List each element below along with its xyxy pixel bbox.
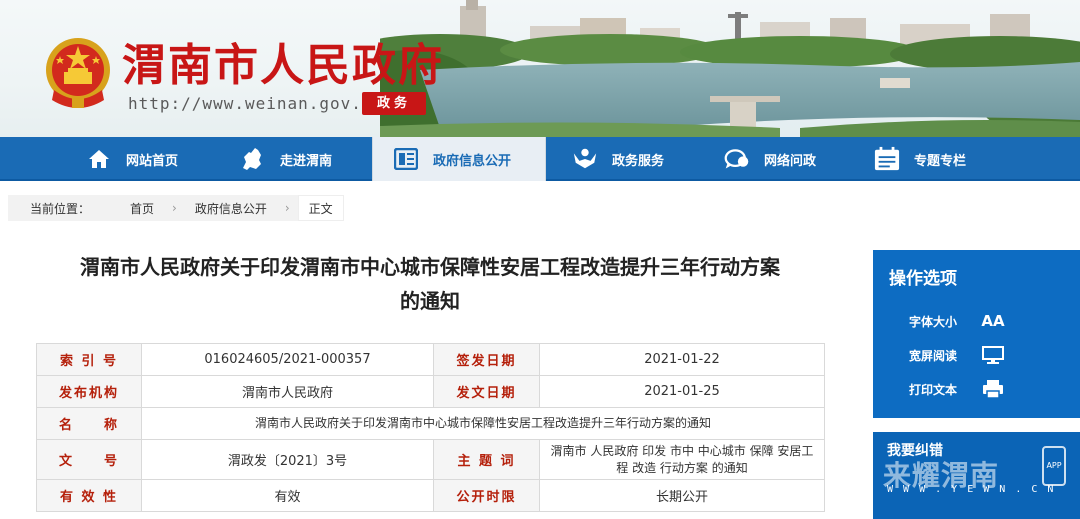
nav-label: 政府信息公开 [433,153,512,169]
chat-icon [724,146,750,172]
nav-item-topics[interactable]: 专题专栏 [874,137,966,181]
meta-key-doc-number: 文 号 [36,439,142,480]
nav-item-about[interactable]: 走进渭南 [240,137,332,181]
nav-label: 政务服务 [612,153,665,169]
font-size-glyph: AA [981,312,1005,330]
meta-value-doc-number: 渭政发〔2021〕3号 [141,439,434,480]
meta-value-publisher: 渭南市人民政府 [141,375,434,408]
table-row: 索 引 号 016024605/2021-000357 签发日期 2021-01… [36,343,825,376]
print-option[interactable]: 打印文本 [909,378,1007,400]
meta-key-issue-date: 发文日期 [433,375,540,408]
calendar-icon [874,146,900,172]
home-icon [86,146,112,172]
operations-title: 操作选项 [889,269,957,289]
article-title-line1: 渭南市人民政府关于印发渭南市中心城市保障性安居工程改造提升三年行动方案 [80,255,780,279]
national-emblem-icon [46,38,110,108]
nav-item-online-politics[interactable]: 网络问政 [724,137,816,181]
city-lake-scenery [380,0,1080,137]
nav-item-gov-info[interactable]: 政府信息公开 [372,137,546,181]
meta-key-publisher: 发布机构 [36,375,142,408]
map-icon [240,146,266,172]
meta-value-issue-date: 2021-01-25 [539,375,825,408]
site-title: 渭南市人民政府 [122,40,444,91]
nav-label: 走进渭南 [280,153,333,169]
wide-read-label: 宽屏阅读 [909,348,958,363]
app-phone-icon: APP [1042,446,1066,486]
nav-item-home[interactable]: 网站首页 [86,137,178,181]
breadcrumb-label: 当前位置： [30,201,91,216]
meta-key-index: 索 引 号 [36,343,142,376]
operations-panel: 操作选项 字体大小 AA 宽屏阅读 打印文本 [873,250,1080,418]
promo-url: W W W . Y E W N . C N [887,484,1056,495]
meta-key-validity: 有 效 性 [36,479,142,512]
article-title: 渭南市人民政府关于印发渭南市中心城市保障性安居工程改造提升三年行动方案 的通知 [36,250,824,318]
font-size-option[interactable]: 字体大小 AA [909,310,1007,332]
table-row: 有 效 性 有效 公开时限 长期公开 [36,479,825,512]
site-url[interactable]: http://www.weinan.gov.cn [128,94,383,113]
breadcrumb-item-home[interactable]: 首页 [112,200,172,217]
service-icon [572,146,598,172]
font-size-label: 字体大小 [909,314,958,329]
meta-value-validity: 有效 [141,479,434,512]
wide-read-option[interactable]: 宽屏阅读 [909,344,1007,366]
monitor-icon [979,344,1007,366]
print-label: 打印文本 [909,382,958,397]
meta-value-index: 016024605/2021-000357 [141,343,434,376]
meta-value-keywords: 渭南市 人民政府 印发 市中 中心城市 保障 安居工程 改造 行动方案 的通知 [539,439,825,480]
nav-label: 网站首页 [126,153,179,169]
site-header: 渭南市人民政府 http://www.weinan.gov.cn 政务 [0,0,1080,137]
meta-key-disclosure-period: 公开时限 [433,479,540,512]
table-row: 名 称 渭南市人民政府关于印发渭南市中心城市保障性安居工程改造提升三年行动方案的… [36,407,825,440]
site-badge: 政务 [362,92,426,115]
meta-key-keywords: 主 题 词 [433,439,540,480]
breadcrumb: 当前位置： 首页 › 政府信息公开 › 正文 [8,195,344,221]
meta-value-name: 渭南市人民政府关于印发渭南市中心城市保障性安居工程改造提升三年行动方案的通知 [141,407,825,440]
table-row: 文 号 渭政发〔2021〕3号 主 题 词 渭南市 人民政府 印发 市中 中心城… [36,439,825,480]
nav-label: 网络问政 [764,153,817,169]
promo-banner[interactable]: 来耀渭南 我要纠错 W W W . Y E W N . C N APP [873,432,1080,519]
breadcrumb-separator: › [284,201,290,215]
breadcrumb-item-current: 正文 [297,195,344,221]
breadcrumb-item-gov-info[interactable]: 政府信息公开 [177,200,285,217]
meta-value-disclosure-period: 长期公开 [539,479,825,512]
meta-key-sign-date: 签发日期 [433,343,540,376]
promo-slogan: 我要纠错 [887,443,943,459]
meta-key-name: 名 称 [36,407,142,440]
document-meta-table: 索 引 号 016024605/2021-000357 签发日期 2021-01… [36,343,825,512]
font-size-icon[interactable]: AA [979,310,1007,332]
nav-label: 专题专栏 [914,153,967,169]
nav-item-services[interactable]: 政务服务 [572,137,664,181]
document-icon [393,146,419,172]
meta-value-sign-date: 2021-01-22 [539,343,825,376]
main-nav: 网站首页 走进渭南 政府信息公开 政务服务 网络问政 专题专栏 [0,137,1080,181]
article-title-line2: 的通知 [400,289,460,313]
printer-icon [979,378,1007,400]
table-row: 发布机构 渭南市人民政府 发文日期 2021-01-25 [36,375,825,408]
